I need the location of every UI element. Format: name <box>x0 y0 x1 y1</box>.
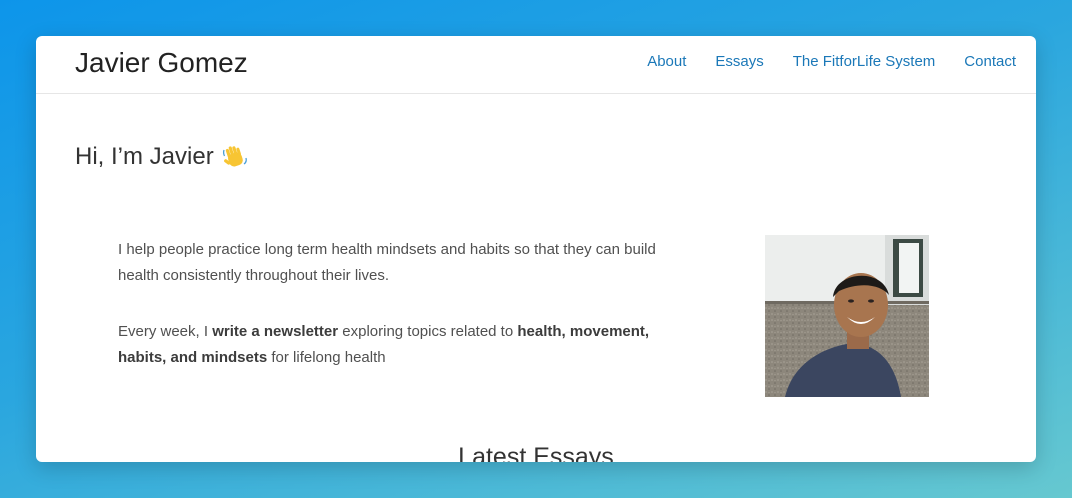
site-header: Javier Gomez About Essays The FitforLife… <box>36 36 1036 94</box>
profile-photo <box>765 235 929 397</box>
intro-paragraph-1: I help people practice long term health … <box>118 241 656 284</box>
p2-text-3: for lifelong health <box>267 349 386 366</box>
latest-essays-heading: Latest Essays <box>458 443 614 462</box>
intro-paragraph-2: Every week, I write a newsletter explori… <box>118 319 678 371</box>
hero-greeting: Hi, I’m Javier <box>75 143 214 170</box>
main-nav: About Essays The FitforLife System Conta… <box>618 52 1016 72</box>
waving-hand-icon <box>222 144 248 170</box>
nav-link-about[interactable]: About <box>647 52 686 72</box>
intro-text: I help people practice long term health … <box>118 237 678 401</box>
hero-heading: Hi, I’m Javier <box>75 140 248 174</box>
p2-text-1: Every week, I <box>118 323 213 340</box>
p2-bold-newsletter: write a newsletter <box>212 323 339 340</box>
nav-link-contact[interactable]: Contact <box>964 52 1016 72</box>
nav-link-essays[interactable]: Essays <box>715 52 763 72</box>
site-title-link[interactable]: Javier Gomez <box>75 46 248 80</box>
browser-window: Javier Gomez About Essays The FitforLife… <box>36 36 1036 462</box>
nav-link-fitforlife-system[interactable]: The FitforLife System <box>793 52 936 72</box>
p2-text-2: exploring topics related to <box>338 323 518 340</box>
